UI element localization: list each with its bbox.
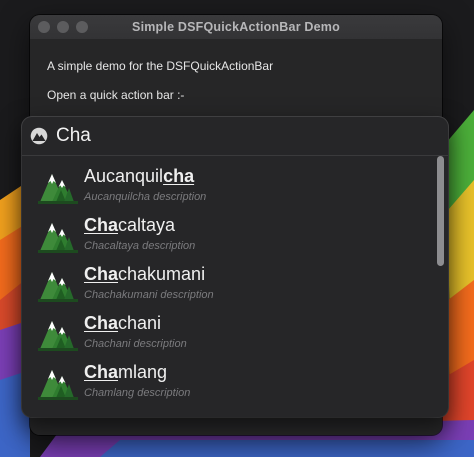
quick-action-bar: Aucanquilcha Aucanquilcha description Ch… <box>22 117 448 417</box>
result-title-suffix: chani <box>118 313 162 333</box>
result-description: Chamlang description <box>84 387 191 399</box>
results-list: Aucanquilcha Aucanquilcha description Ch… <box>22 156 432 417</box>
result-description: Chachakumani description <box>84 289 214 301</box>
result-title-match: Cha <box>84 215 119 235</box>
result-title-suffix: mlang <box>118 362 168 382</box>
result-title-match: Cha <box>84 362 119 382</box>
result-title: Chachani <box>84 313 161 334</box>
window-titlebar[interactable]: Simple DSFQuickActionBar Demo <box>30 15 442 40</box>
result-title: Chachakumani <box>84 264 205 285</box>
result-title-prefix: Aucanquil <box>84 166 164 186</box>
mountain-trees-icon <box>38 370 78 400</box>
quick-action-search-input[interactable] <box>56 122 436 150</box>
quick-action-search-bar <box>22 117 448 156</box>
result-title-match: Cha <box>84 313 119 333</box>
mountain-trees-icon <box>38 272 78 302</box>
results-scrollbar[interactable] <box>437 156 445 409</box>
result-title: Aucanquilcha <box>84 166 194 187</box>
result-description: Chachani description <box>84 338 187 350</box>
result-title-suffix: chakumani <box>118 264 206 284</box>
result-row[interactable]: Aucanquilcha Aucanquilcha description <box>22 156 432 205</box>
mountain-trees-icon <box>38 174 78 204</box>
window-title: Simple DSFQuickActionBar Demo <box>132 20 340 34</box>
result-row[interactable]: Chacaltaya Chacaltaya description <box>22 205 432 254</box>
result-title: Chamlang <box>84 362 167 383</box>
result-description: Aucanquilcha description <box>84 191 207 203</box>
mountain-trees-icon <box>38 223 78 253</box>
scrollbar-thumb[interactable] <box>437 156 444 266</box>
result-title-match: cha <box>163 166 195 186</box>
result-title-match: Cha <box>84 264 119 284</box>
result-row[interactable]: Chachakumani Chachakumani description <box>22 254 432 303</box>
result-row[interactable]: Chamlang Chamlang description <box>22 352 432 401</box>
mountain-trees-icon <box>38 321 78 351</box>
result-row[interactable]: Chachani Chachani description <box>22 303 432 352</box>
result-title-suffix: caltaya <box>118 215 176 235</box>
intro-text: A simple demo for the DSFQuickActionBar <box>47 59 274 73</box>
open-quick-action-text: Open a quick action bar :- <box>47 88 185 102</box>
mountain-icon <box>30 127 48 145</box>
result-description: Chacaltaya description <box>84 240 196 252</box>
result-title: Chacaltaya <box>84 215 175 236</box>
